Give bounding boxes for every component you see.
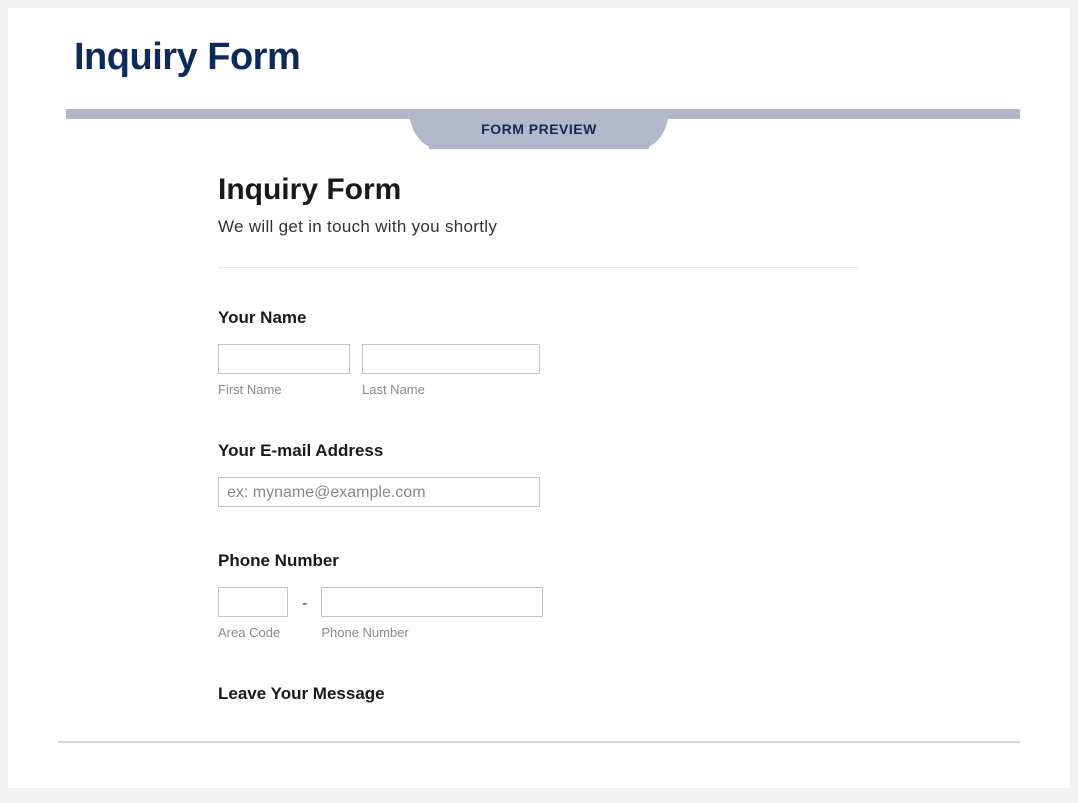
first-name-input[interactable] (218, 344, 350, 374)
form-area: Inquiry Form We will get in touch with y… (58, 173, 1020, 704)
first-name-sublabel: First Name (218, 382, 350, 397)
phone-label: Phone Number (218, 551, 900, 571)
email-input[interactable] (218, 477, 540, 507)
name-input-row: First Name Last Name (218, 344, 900, 397)
last-name-col: Last Name (362, 344, 540, 397)
email-field-group: Your E-mail Address (218, 441, 900, 507)
name-field-group: Your Name First Name Last Name (218, 308, 900, 397)
phone-separator: - (300, 595, 309, 613)
phone-number-sublabel: Phone Number (321, 625, 543, 640)
page-title: Inquiry Form (74, 36, 1020, 79)
form-subtitle: We will get in touch with you shortly (218, 217, 900, 237)
phone-field-group: Phone Number Area Code - Phone Number (218, 551, 900, 640)
first-name-col: First Name (218, 344, 350, 397)
form-preview-tab: FORM PREVIEW (429, 109, 649, 149)
message-label: Leave Your Message (218, 684, 900, 704)
preview-bar: FORM PREVIEW (58, 109, 1020, 149)
last-name-input[interactable] (362, 344, 540, 374)
phone-input-row: Area Code - Phone Number (218, 587, 900, 640)
form-title: Inquiry Form (218, 173, 900, 207)
bottom-divider (58, 741, 1020, 743)
area-code-col: Area Code (218, 587, 288, 640)
last-name-sublabel: Last Name (362, 382, 540, 397)
email-label: Your E-mail Address (218, 441, 900, 461)
phone-number-input[interactable] (321, 587, 543, 617)
header-divider (218, 267, 858, 268)
name-label: Your Name (218, 308, 900, 328)
message-field-group: Leave Your Message (218, 684, 900, 704)
form-preview-label: FORM PREVIEW (481, 121, 597, 137)
phone-number-col: Phone Number (321, 587, 543, 640)
area-code-sublabel: Area Code (218, 625, 288, 640)
page-container: Inquiry Form FORM PREVIEW Inquiry Form W… (8, 8, 1070, 788)
area-code-input[interactable] (218, 587, 288, 617)
